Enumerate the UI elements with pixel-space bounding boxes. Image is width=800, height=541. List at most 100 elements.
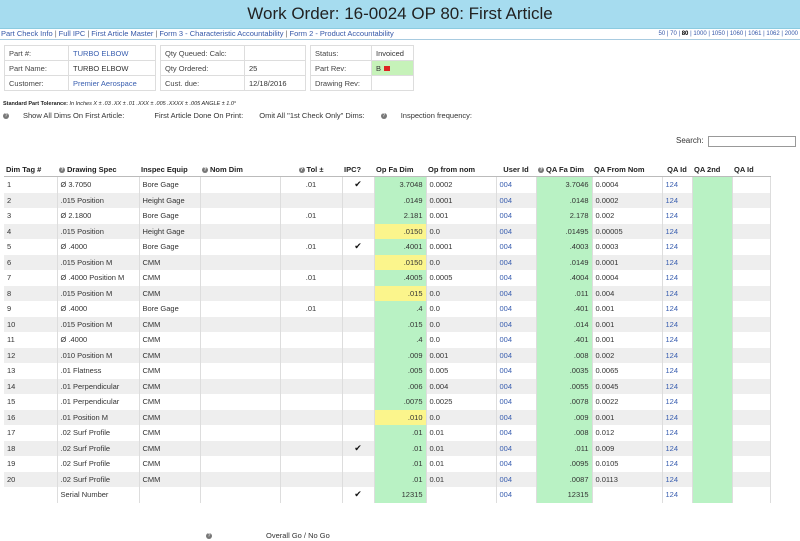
cell-qa-fa-dim[interactable]: .0035: [536, 363, 593, 379]
cell-qa-2nd[interactable]: [692, 347, 733, 363]
cell-qa-fa-dim[interactable]: 3.7046: [536, 176, 593, 193]
cell-qa-fa-dim[interactable]: .0055: [536, 378, 593, 394]
cell-user-id[interactable]: 004: [496, 176, 537, 193]
cell-qa-id[interactable]: 124: [662, 208, 693, 224]
cell-qa-2nd[interactable]: [692, 223, 733, 239]
op-link-1000[interactable]: 1000: [693, 31, 706, 37]
cell-user-id[interactable]: 004: [496, 394, 537, 410]
cell-qa-id[interactable]: 124: [662, 270, 693, 286]
col-qa-from-nom[interactable]: QA From Nom: [592, 156, 662, 177]
question-circle-icon[interactable]: ?: [59, 167, 65, 174]
op-link-1061[interactable]: 1061: [748, 31, 761, 37]
cell-qa-2nd[interactable]: [692, 332, 733, 348]
cell-qa-fa-dim[interactable]: 2.178: [536, 208, 593, 224]
question-circle-icon[interactable]: ?: [380, 113, 387, 120]
cell-op-fa-dim[interactable]: 2.181: [374, 208, 427, 224]
cell-qa-id[interactable]: 124: [662, 223, 693, 239]
search-input[interactable]: [707, 136, 796, 147]
cell-qa-id[interactable]: 124: [662, 425, 693, 441]
cell-op-fa-dim[interactable]: .4: [374, 332, 427, 348]
col-tol[interactable]: ? Tol ±: [280, 156, 342, 177]
cell-qa-2nd[interactable]: [692, 254, 733, 270]
cell-qa-id[interactable]: 124: [662, 394, 693, 410]
cell-qa-fa-dim[interactable]: .0095: [536, 456, 593, 472]
col-op-from-nom[interactable]: Op from nom: [426, 156, 496, 177]
cell-qa-2nd[interactable]: [692, 316, 733, 332]
op-link-70[interactable]: 70: [670, 31, 677, 37]
cell-user-id[interactable]: 004: [496, 456, 537, 472]
cell-qa-id[interactable]: 124: [662, 192, 693, 208]
cell-user-id[interactable]: 004: [496, 425, 537, 441]
cell-op-fa-dim[interactable]: 12315: [374, 487, 427, 503]
col-qa-2nd[interactable]: QA 2nd: [692, 156, 732, 177]
question-circle-icon[interactable]: ?: [298, 167, 305, 174]
question-circle-icon[interactable]: ?: [202, 167, 208, 174]
cell-user-id[interactable]: 004: [496, 239, 537, 255]
nav-link-form-2-product-accountability[interactable]: Form 2 - Product Accountability: [290, 29, 394, 38]
show-all-option[interactable]: ? Show All Dims On First Article:: [3, 111, 138, 120]
cell-qa-fa-dim[interactable]: .0148: [536, 192, 593, 208]
cell-qa-2nd[interactable]: [692, 471, 733, 487]
cell-qa-id[interactable]: 124: [662, 487, 693, 503]
cell-qa-id[interactable]: 124: [662, 347, 693, 363]
cell-user-id[interactable]: 004: [496, 285, 537, 301]
cell-qa-id[interactable]: 124: [662, 409, 693, 425]
cell-user-id[interactable]: 004: [496, 316, 537, 332]
cell-qa-2nd[interactable]: [692, 440, 733, 456]
cell-qa-fa-dim[interactable]: .0087: [536, 471, 593, 487]
cell-qa-id[interactable]: 124: [662, 332, 693, 348]
cell-op-fa-dim[interactable]: .009: [374, 347, 427, 363]
col-nom-dim[interactable]: ? Nom Dim: [200, 156, 280, 177]
cell-op-fa-dim[interactable]: .0149: [374, 192, 427, 208]
op-link-2000[interactable]: 2000: [785, 31, 798, 37]
cell-qa-2nd[interactable]: [692, 301, 733, 317]
part-no-link[interactable]: TURBO ELBOW: [68, 45, 156, 61]
cell-qa-fa-dim[interactable]: .4003: [536, 239, 593, 255]
cell-qa-fa-dim[interactable]: 12315: [536, 487, 593, 503]
cell-op-fa-dim[interactable]: .015: [374, 285, 427, 301]
cell-qa-fa-dim[interactable]: .401: [536, 301, 593, 317]
cell-qa-2nd[interactable]: [692, 208, 733, 224]
cell-user-id[interactable]: 004: [496, 471, 537, 487]
col-user-id[interactable]: User Id: [496, 156, 536, 177]
cell-user-id[interactable]: 004: [496, 347, 537, 363]
cell-qa-fa-dim[interactable]: .01495: [536, 223, 593, 239]
cell-op-fa-dim[interactable]: .01: [374, 456, 427, 472]
nav-link-form-3-characteristic-accountability[interactable]: Form 3 - Characteristic Accountability: [159, 29, 283, 38]
cell-qa-fa-dim[interactable]: .0078: [536, 394, 593, 410]
cell-qa-id[interactable]: 124: [662, 363, 693, 379]
cell-qa-2nd[interactable]: [692, 285, 733, 301]
op-link-1050[interactable]: 1050: [712, 31, 725, 37]
cell-user-id[interactable]: 004: [496, 208, 537, 224]
cell-op-fa-dim[interactable]: .0150: [374, 223, 427, 239]
cell-user-id[interactable]: 004: [496, 223, 537, 239]
nav-link-first-article-master[interactable]: First Article Master: [91, 29, 153, 38]
cell-qa-2nd[interactable]: [692, 487, 733, 503]
cell-qa-id[interactable]: 124: [662, 176, 693, 193]
cell-qa-2nd[interactable]: [692, 270, 733, 286]
cell-qa-id[interactable]: 124: [662, 378, 693, 394]
cell-op-fa-dim[interactable]: .01: [374, 471, 427, 487]
cell-qa-id[interactable]: 124: [662, 285, 693, 301]
cell-op-fa-dim[interactable]: .0150: [374, 254, 427, 270]
col-drawing-spec[interactable]: ? Drawing Spec: [57, 156, 139, 177]
cell-qa-fa-dim[interactable]: .008: [536, 347, 593, 363]
cell-qa-2nd[interactable]: [692, 363, 733, 379]
cell-qa-id[interactable]: 124: [662, 301, 693, 317]
cell-qa-2nd[interactable]: [692, 378, 733, 394]
inspection-option[interactable]: ? Inspection frequency:: [380, 111, 486, 120]
cell-qa-id[interactable]: 124: [662, 456, 693, 472]
cell-qa-id[interactable]: 124: [662, 254, 693, 270]
cell-qa-id[interactable]: 124: [662, 440, 693, 456]
cell-qa-2nd[interactable]: [692, 409, 733, 425]
cell-qa-fa-dim[interactable]: .0149: [536, 254, 593, 270]
col-qa-id-2[interactable]: QA Id: [732, 156, 770, 177]
nav-link-full-ipc[interactable]: Full IPC: [59, 29, 86, 38]
go-nogo-help[interactable]: ?: [206, 531, 214, 540]
op-link-1062[interactable]: 1062: [766, 31, 779, 37]
cell-qa-fa-dim[interactable]: .009: [536, 409, 593, 425]
cell-user-id[interactable]: 004: [496, 409, 537, 425]
cell-qa-fa-dim[interactable]: .011: [536, 440, 593, 456]
question-circle-icon[interactable]: ?: [538, 167, 544, 174]
col-dim-tag[interactable]: Dim Tag #: [4, 156, 57, 177]
